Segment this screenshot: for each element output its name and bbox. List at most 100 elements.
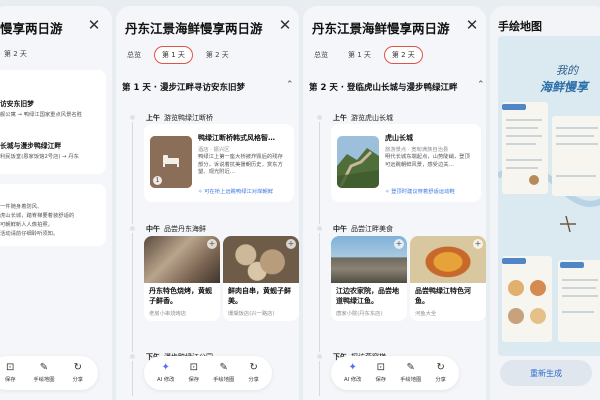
add-icon[interactable]: +: [394, 239, 404, 249]
food-name: 品尝鸭绿江特色河鱼。: [415, 287, 471, 305]
map-icon: ✎: [219, 362, 228, 373]
page-title: 丹东江景海鲜慢享两日游: [125, 21, 263, 36]
spot-thumbnail: [337, 136, 379, 188]
slot-noon: 中午 品尝丹东海鲜: [146, 225, 206, 233]
tab-day-1[interactable]: 第 1 天: [341, 47, 378, 63]
food-card[interactable]: + 丹东特色烧烤，黄蚬子鲜香。 老房小串烧烤店: [144, 236, 220, 321]
hand-drawn-map[interactable]: 我的 海鲜慢享: [498, 36, 600, 356]
spot-card[interactable]: 虎山长城 旅游景点 · 宽甸满族自治县 明代长城东端起点，山势陡峭，登顶可远眺朝…: [331, 124, 481, 202]
food-image: +: [410, 236, 486, 283]
tab-day-2[interactable]: 第 2 天: [383, 46, 423, 64]
hand-drawn-map-button[interactable]: ✎ 手绘地图: [213, 362, 234, 384]
itinerary-panel-overview: 慢享两日游 ✕ 第 2 天 访安东旧梦 舰公寓 → 鸭绿江国家重点风景名胜 长城…: [0, 6, 112, 400]
spot-tip-link[interactable]: ✧ 登顶时建议穿着舒适运动鞋: [385, 187, 455, 195]
add-icon[interactable]: +: [207, 239, 217, 249]
add-icon[interactable]: +: [286, 239, 296, 249]
spot-index-badge: 1: [153, 176, 162, 185]
page-title: 慢享两日游: [0, 21, 63, 36]
share-button[interactable]: ↻ 分享: [72, 362, 83, 384]
tab-overview[interactable]: 总览: [120, 47, 148, 63]
tip-line: 活动请前仔细聆听须知。: [0, 231, 59, 237]
save-icon: ⊡: [6, 362, 15, 373]
food-card[interactable]: + 品尝鸭绿江特色河鱼。 河鱼大全: [410, 236, 486, 321]
share-button[interactable]: ↻ 分享: [248, 362, 259, 384]
page-title: 手绘地图: [498, 20, 542, 33]
spot-description: 鸭绿江上第一座大桥被炸毁后的残存部分，诉说着抗美援朝历史，赏东方望、观光附近…: [198, 154, 283, 176]
great-wall-photo: [337, 136, 379, 188]
spot-thumbnail: 1: [150, 136, 192, 188]
share-icon: ↻: [73, 362, 82, 373]
share-icon: ↻: [436, 362, 445, 373]
food-name: 鲜肉自串，黄蚬子鲜美。: [228, 287, 291, 305]
food-card[interactable]: + 江边农家院，品尝地道鸭绿江鱼。 唐家小院(丹东东店): [331, 236, 407, 321]
tip-line: 虎山长城，踏脊梯要着装舒适的: [0, 213, 75, 219]
noon-dot: [315, 224, 324, 233]
restaurant-name: 河鱼大全: [415, 310, 437, 317]
bottom-toolbar: ⊡ 保存 ✎ 手绘地图 ↻ 分享: [0, 356, 98, 390]
share-button[interactable]: ↻ 分享: [435, 362, 446, 384]
spot-card[interactable]: 1 鸭绿江断桥韩式风格智… 酒店 · 振兴区 鸭绿江上第一座大桥被炸毁后的残存部…: [144, 124, 294, 202]
regenerate-button[interactable]: 重新生成: [500, 360, 592, 386]
noon-dot: [128, 224, 137, 233]
save-button[interactable]: ⊡ 保存: [375, 362, 386, 384]
ai-edit-button[interactable]: ✦ AI 修改: [344, 362, 361, 384]
tab-overview[interactable]: 总览: [307, 47, 335, 63]
save-button[interactable]: ⊡ 保存: [5, 362, 16, 384]
morning-dot: [128, 113, 137, 122]
slot-morning: 上午 游览鸭绿江断桥: [146, 114, 213, 122]
restaurant-name: 唐家小院(丹东东店): [336, 310, 383, 317]
spot-category: 旅游景点 · 宽甸满族自治县: [385, 147, 449, 153]
afternoon-dot: [128, 352, 137, 361]
save-button[interactable]: ⊡ 保存: [188, 362, 199, 384]
tip-line: 一件随身着防风、: [0, 204, 43, 210]
spot-category: 酒店 · 振兴区: [198, 147, 230, 153]
spot-tip-link[interactable]: ✧ 可在桥上远眺鸭绿江对岸朝鲜: [198, 187, 273, 195]
food-image: +: [144, 236, 220, 283]
spot-title: 鸭绿江断桥韩式风格智…: [198, 134, 275, 142]
close-icon[interactable]: ✕: [275, 15, 295, 35]
tip-line: 可朝鲜新人人像拍照，: [0, 222, 53, 228]
spot-title: 虎山长城: [385, 134, 413, 142]
restaurant-name: 老房小串烧烤店: [149, 310, 187, 317]
morning-dot: [315, 113, 324, 122]
overview-card[interactable]: 访安东旧梦 舰公寓 → 鸭绿江国家重点风景名胜 长城与漫步鸭绿江畔 利民饭堂(恩…: [0, 70, 106, 174]
slot-noon: 中午 品尝江畔美食: [333, 225, 393, 233]
chevron-up-icon[interactable]: ⌃: [477, 80, 485, 90]
map-icon: ✎: [406, 362, 415, 373]
ai-edit-icon: ✦: [348, 362, 357, 373]
spot-description: 明代长城东端起点，山势陡峭，登顶可远眺朝鲜风景，感受边关…: [385, 154, 470, 168]
add-icon[interactable]: +: [473, 239, 483, 249]
food-card[interactable]: + 鲜肉自串，黄蚬子鲜美。 珊瑚饭店(兴一路店): [223, 236, 299, 321]
chevron-up-icon[interactable]: ⌃: [286, 80, 294, 90]
map-title-line2: 海鲜慢享: [540, 80, 589, 94]
hand-drawn-map-panel: 手绘地图 我的 海鲜慢享 重新生成: [490, 6, 600, 400]
restaurant-name: 珊瑚饭店(兴一路店): [228, 310, 275, 317]
food-image: +: [331, 236, 407, 283]
page-title: 丹东江景海鲜慢享两日游: [312, 21, 450, 36]
map-title-line1: 我的: [556, 64, 578, 77]
day-title: 第 2 天 · 登临虎山长城与漫步鸭绿江畔: [309, 83, 458, 93]
itinerary-panel-day1: 丹东江景海鲜慢享两日游 ✕ 总览 第 1 天 第 2 天 第 1 天 · 漫步江…: [116, 6, 299, 400]
tab-day-2[interactable]: 第 2 天: [199, 47, 236, 63]
slot-morning: 上午 游览虎山长城: [333, 114, 393, 122]
day2-summary-route: 利民饭堂(恩家饭馆2号店) → 丹东: [0, 154, 79, 160]
day-title: 第 1 天 · 漫步江畔寻访安东旧梦: [122, 83, 245, 93]
close-icon[interactable]: ✕: [84, 15, 104, 35]
bottom-toolbar: ✦ AI 修改 ⊡ 保存 ✎ 手绘地图 ↻ 分享: [331, 356, 459, 390]
save-icon: ⊡: [189, 362, 198, 373]
day2-summary-title: 长城与漫步鸭绿江畔: [0, 142, 62, 150]
close-icon[interactable]: ✕: [462, 15, 482, 35]
ai-edit-icon: ✦: [161, 362, 170, 373]
tips-card: 一件随身着防风、 虎山长城，踏脊梯要着装舒适的 可朝鲜新人人像拍照， 活动请前仔…: [0, 184, 106, 246]
food-image: +: [223, 236, 299, 283]
tab-day-2[interactable]: 第 2 天: [4, 46, 34, 62]
day1-summary-route: 舰公寓 → 鸭绿江国家重点风景名胜: [0, 112, 82, 118]
hand-drawn-map-button[interactable]: ✎ 手绘地图: [400, 362, 421, 384]
map-icon: ✎: [39, 362, 49, 373]
save-icon: ⊡: [376, 362, 385, 373]
itinerary-panel-day2: 丹东江景海鲜慢享两日游 ✕ 总览 第 1 天 第 2 天 第 2 天 · 登临虎…: [303, 6, 486, 400]
ai-edit-button[interactable]: ✦ AI 修改: [157, 362, 174, 384]
tab-day-1[interactable]: 第 1 天: [154, 46, 193, 64]
share-icon: ↻: [249, 362, 258, 373]
hand-drawn-map-button[interactable]: ✎ 手绘地图: [33, 362, 54, 384]
